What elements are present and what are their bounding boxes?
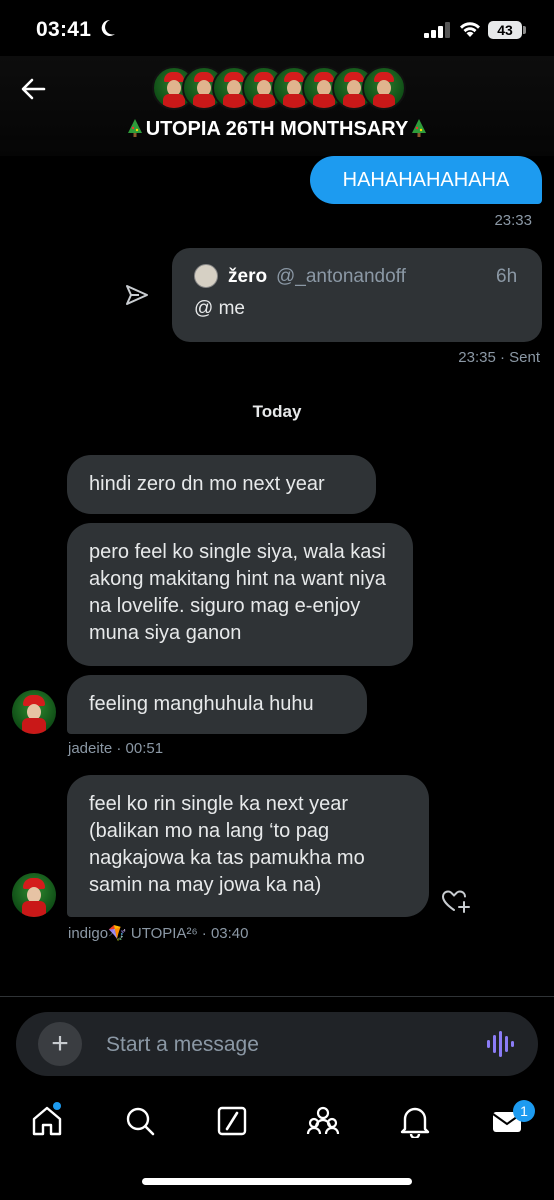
search-icon[interactable] [123, 1104, 157, 1138]
quoted-post-card[interactable] [172, 248, 542, 342]
signal-icon [424, 22, 450, 38]
sent-message-time: 23:33 [494, 212, 532, 229]
quote-sent-status: 23:35 · Sent [458, 349, 540, 366]
christmas-tree-icon [412, 119, 427, 137]
home-notification-dot [53, 1102, 61, 1110]
moon-icon [101, 19, 115, 36]
quoted-author-name: žero [228, 266, 268, 287]
grok-icon[interactable] [215, 1104, 249, 1138]
received-message-bubble[interactable]: pero feel ko single siya, wala kasi akon… [67, 523, 413, 666]
messages-unread-badge: 1 [513, 1100, 535, 1122]
status-time: 03:41 [36, 18, 92, 41]
back-arrow-icon[interactable] [20, 76, 46, 102]
add-media-button[interactable]: + [38, 1022, 82, 1066]
home-indicator [142, 1178, 412, 1185]
plus-icon: + [51, 1027, 69, 1060]
received-message-bubble[interactable]: feeling manghuhula huhu [67, 675, 367, 734]
add-reaction-icon[interactable] [441, 888, 471, 914]
voice-message-icon[interactable] [486, 1030, 514, 1058]
quoted-author-handle: @_antonandoff [276, 266, 406, 287]
quoted-post-text: @ me [194, 298, 245, 319]
group-title-text: UTOPIA 26TH MONTHSARY [145, 118, 409, 140]
received-message-bubble[interactable]: hindi zero dn mo next year [67, 455, 376, 514]
group-avatars[interactable] [152, 66, 406, 110]
communities-icon[interactable] [306, 1104, 340, 1138]
quoted-post-age: 6h [496, 266, 518, 287]
sender-avatar-jadeite[interactable] [12, 690, 56, 734]
battery-indicator: 43 [488, 21, 522, 39]
member-avatar [362, 66, 406, 110]
day-separator: Today [252, 402, 302, 421]
composer-divider [0, 996, 554, 997]
message-sender-meta: jadeite · 00:51 [68, 740, 164, 757]
message-sender-meta: indigo🪁 UTOPIA²⁶ · 03:40 [68, 925, 249, 942]
wifi-icon [460, 22, 480, 37]
sent-message-bubble[interactable]: HAHAHAHAHAHA [310, 156, 542, 204]
share-icon[interactable] [124, 282, 150, 308]
group-title[interactable]: UTOPIA 26TH MONTHSARY [0, 118, 554, 141]
message-input[interactable] [104, 1028, 448, 1062]
quoted-author-avatar [194, 264, 218, 288]
christmas-tree-icon [127, 119, 142, 137]
notifications-bell-icon[interactable] [398, 1104, 432, 1138]
battery-tip [523, 26, 526, 34]
received-message-bubble[interactable]: feel ko rin single ka next year (balikan… [67, 775, 429, 917]
sender-avatar-indigo[interactable] [12, 873, 56, 917]
